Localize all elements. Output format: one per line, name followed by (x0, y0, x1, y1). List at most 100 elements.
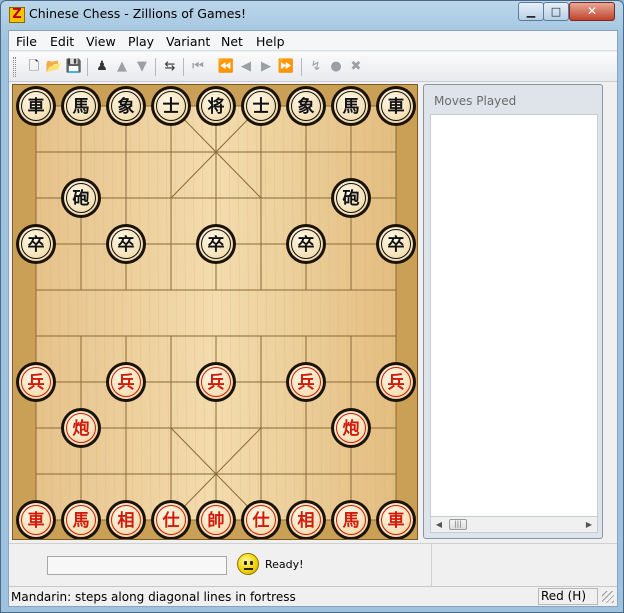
piece-label: 兵 (28, 372, 45, 393)
moves-panel-title: Moves Played (434, 94, 517, 108)
menu-help[interactable]: Help (256, 34, 285, 49)
switch-sides-icon[interactable]: ⇆ (161, 58, 179, 76)
red-piece[interactable]: 帥 (196, 500, 236, 539)
red-piece[interactable]: 馬 (61, 500, 101, 539)
black-piece[interactable]: 卒 (286, 224, 326, 264)
piece-label: 帥 (208, 510, 225, 531)
stop-icon[interactable]: ● (327, 58, 345, 76)
black-piece[interactable]: 砲 (331, 178, 371, 218)
red-piece[interactable]: 馬 (331, 500, 371, 539)
red-piece[interactable]: 兵 (286, 362, 326, 402)
cancel-icon[interactable]: ✖ (347, 58, 365, 76)
red-piece[interactable]: 仕 (151, 500, 191, 539)
app-icon[interactable]: Z (9, 7, 25, 23)
window-title: Chinese Chess - Zillions of Games! (29, 6, 247, 21)
black-piece[interactable]: 卒 (196, 224, 236, 264)
hint-icon[interactable]: ↯ (307, 58, 325, 76)
piece-label: 卒 (388, 234, 405, 255)
piece-label: 仕 (252, 510, 270, 531)
black-piece[interactable]: 馬 (61, 86, 101, 126)
smiley-left-eye (244, 561, 247, 565)
menu-edit[interactable]: Edit (50, 34, 74, 49)
menu-play[interactable]: Play (128, 34, 154, 49)
toolbar-separator (183, 58, 184, 76)
smiley-icon (237, 553, 259, 575)
start-game-icon[interactable]: ♟ (93, 58, 111, 76)
red-piece[interactable]: 相 (286, 500, 326, 539)
piece-label: 炮 (343, 418, 360, 439)
red-piece[interactable]: 車 (376, 500, 416, 539)
info-strip: Ready! (9, 543, 617, 586)
application-window: Z Chinese Chess - Zillions of Games! ▁ □… (0, 0, 624, 613)
piece-label: 馬 (73, 97, 90, 117)
black-piece[interactable]: 士 (151, 86, 191, 126)
menu-view[interactable]: View (86, 34, 116, 49)
piece-label: 砲 (343, 188, 360, 209)
black-piece[interactable]: 卒 (106, 224, 146, 264)
move-up-icon[interactable]: ▲ (113, 58, 131, 76)
game-board[interactable]: 車馬象士将士象馬車砲砲卒卒卒卒卒兵兵兵兵兵炮炮車馬相仕帥仕相馬車 (12, 84, 418, 540)
piece-label: 象 (118, 96, 135, 117)
piece-label: 馬 (343, 97, 360, 117)
close-icon: ✕ (586, 4, 598, 18)
red-piece[interactable]: 兵 (106, 362, 146, 402)
black-piece[interactable]: 将 (196, 86, 236, 126)
first-move-icon[interactable]: ⏮ (189, 58, 207, 76)
menu-net[interactable]: Net (221, 34, 243, 49)
black-piece[interactable]: 象 (286, 86, 326, 126)
toolbar-separator (301, 58, 302, 76)
red-piece[interactable]: 兵 (376, 362, 416, 402)
black-piece[interactable]: 卒 (16, 224, 56, 264)
redo-move-icon[interactable]: ▶ (257, 58, 275, 76)
title-bar[interactable]: Z Chinese Chess - Zillions of Games! ▁ □… (1, 1, 623, 29)
black-piece[interactable]: 士 (241, 86, 281, 126)
undo-all-icon[interactable]: ⏪ (217, 58, 235, 76)
menu-file[interactable]: File (16, 34, 37, 49)
new-icon[interactable]: 🗋 (25, 58, 43, 76)
scroll-left-icon[interactable]: ◀ (431, 517, 447, 532)
moves-horizontal-scrollbar[interactable]: ◀ ||| ▶ (430, 516, 598, 533)
black-piece[interactable]: 車 (16, 86, 56, 126)
resize-grip-icon[interactable] (602, 591, 614, 603)
red-piece[interactable]: 炮 (331, 408, 371, 448)
red-piece[interactable]: 相 (106, 500, 146, 539)
piece-label: 馬 (343, 511, 360, 531)
board-canvas[interactable]: 車馬象士将士象馬車砲 砲卒卒卒卒卒兵兵兵兵兵炮 炮車馬相仕帥仕相馬車 (13, 85, 417, 539)
open-icon[interactable]: 📂 (45, 58, 63, 76)
piece-label: 卒 (28, 234, 45, 255)
piece-label: 車 (28, 96, 45, 117)
piece-label: 象 (298, 96, 315, 117)
moves-list[interactable] (430, 114, 598, 517)
black-piece[interactable]: 象 (106, 86, 146, 126)
move-down-icon[interactable]: ▼ (133, 58, 151, 76)
piece-label: 卒 (118, 234, 135, 255)
piece-label: 馬 (73, 511, 90, 531)
piece-label: 車 (28, 510, 45, 531)
red-piece[interactable]: 兵 (16, 362, 56, 402)
black-piece[interactable]: 卒 (376, 224, 416, 264)
piece-label: 士 (163, 96, 180, 117)
black-piece[interactable]: 車 (376, 86, 416, 126)
red-piece[interactable]: 車 (16, 500, 56, 539)
close-button[interactable]: ✕ (569, 2, 615, 21)
toolbar: 🗋 📂 💾 ♟ ▲ ▼ ⇆ ⏮ ⏪ ◀ ▶ ⏩ ↯ ● ✖ (9, 52, 617, 82)
piece-label: 炮 (73, 418, 90, 439)
smiley-mouth (244, 568, 253, 570)
undo-move-icon[interactable]: ◀ (237, 58, 255, 76)
minimize-button[interactable]: ▁ (518, 2, 544, 21)
scroll-thumb[interactable]: ||| (449, 519, 467, 530)
red-piece[interactable]: 兵 (196, 362, 236, 402)
status-hint-text: Mandarin: steps along diagonal lines in … (11, 590, 296, 604)
black-piece[interactable]: 砲 (61, 178, 101, 218)
menu-variant[interactable]: Variant (166, 34, 210, 49)
red-piece[interactable]: 炮 (61, 408, 101, 448)
scroll-right-icon[interactable]: ▶ (581, 517, 597, 532)
redo-all-icon[interactable]: ⏩ (277, 58, 295, 76)
thinking-progress-bar (47, 556, 227, 575)
save-icon[interactable]: 💾 (65, 58, 83, 76)
toolbar-grip[interactable] (13, 57, 16, 77)
red-piece[interactable]: 仕 (241, 500, 281, 539)
maximize-button[interactable]: □ (543, 2, 569, 21)
moves-played-panel: Moves Played ◀ ||| ▶ (423, 84, 603, 539)
black-piece[interactable]: 馬 (331, 86, 371, 126)
